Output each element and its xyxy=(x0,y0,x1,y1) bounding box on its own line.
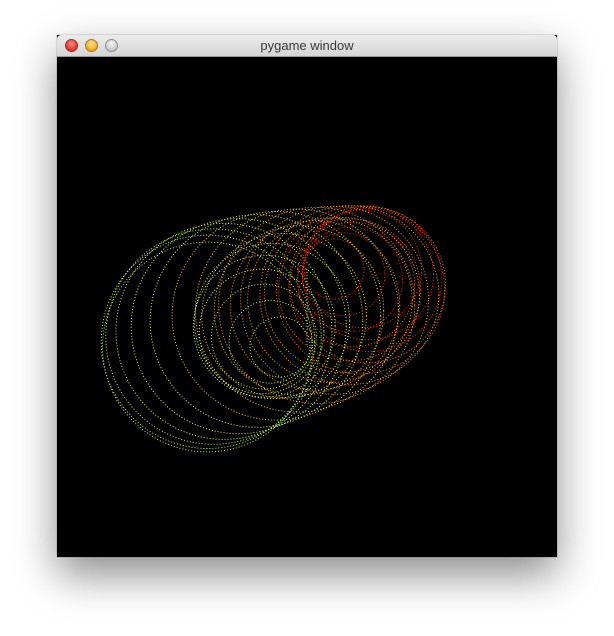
dotted-circle xyxy=(303,238,365,300)
dotted-circle xyxy=(303,209,422,329)
window-title: pygame window xyxy=(260,38,354,53)
dotted-circle xyxy=(228,299,313,384)
dotted-circle xyxy=(194,208,399,413)
dotted-circle xyxy=(240,205,430,395)
dotted-circle xyxy=(278,218,422,362)
dotted-circle xyxy=(211,283,317,390)
drawing-canvas[interactable] xyxy=(57,57,557,557)
dotted-circle xyxy=(289,221,416,348)
dotted-circle xyxy=(194,242,351,400)
pygame-window: pygame window xyxy=(57,35,557,557)
dotted-circle xyxy=(100,234,316,449)
dotted-circle xyxy=(297,206,443,352)
dotted-circle xyxy=(301,208,434,341)
title-bar[interactable]: pygame window xyxy=(57,35,557,57)
dotted-circle xyxy=(115,222,333,440)
dotted-circle xyxy=(171,210,382,421)
spirograph-drawing xyxy=(100,205,447,453)
dotted-circle xyxy=(263,216,420,374)
